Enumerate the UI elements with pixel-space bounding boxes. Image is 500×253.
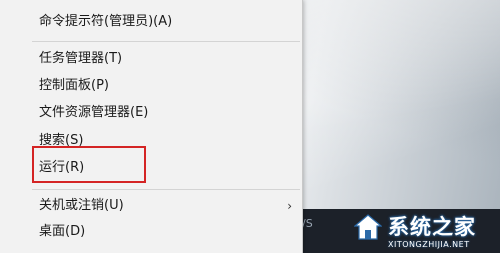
wallpaper [302, 0, 500, 210]
watermark-name: 系统之家 [388, 215, 476, 239]
menu-item-label: 任务管理器(T) [39, 51, 123, 66]
menu-item-label: 控制面板(P) [39, 78, 109, 93]
menu-item-label: 命令提示符(管理员)(A) [39, 14, 173, 29]
menu-item-cut-off[interactable]: 命令提示符 [0, 0, 302, 7]
menu-item-search[interactable]: 搜索(S) [0, 129, 302, 153]
house-logo-icon [354, 214, 382, 240]
watermark-url: XITONGZHIJIA.NET [388, 240, 470, 249]
watermark: 系统之家 XITONGZHIJIA.NET [350, 211, 500, 253]
menu-item-label: 搜索(S) [39, 133, 84, 148]
menu-item-run[interactable]: 运行(R) [0, 156, 302, 180]
menu-item-label: 运行(R) [39, 160, 85, 175]
menu-item-label: 文件资源管理器(E) [39, 105, 149, 120]
menu-item-label: 关机或注销(U) [39, 198, 124, 213]
menu-item-desktop[interactable]: 桌面(D) [0, 220, 302, 244]
menu-item-control-panel[interactable]: 控制面板(P) [0, 74, 302, 98]
menu-separator [32, 41, 300, 42]
chevron-right-icon: › [287, 199, 292, 213]
winx-context-menu: 命令提示符 命令提示符(管理员)(A) 任务管理器(T) 控制面板(P) 文件资… [0, 0, 303, 253]
menu-item-shutdown-signout[interactable]: 关机或注销(U) › [0, 194, 302, 218]
menu-separator [32, 189, 300, 190]
menu-item-command-prompt-admin[interactable]: 命令提示符(管理员)(A) [0, 10, 302, 34]
menu-item-label: 桌面(D) [39, 224, 86, 239]
menu-item-file-explorer[interactable]: 文件资源管理器(E) [0, 101, 302, 125]
taskbar-text: /S [302, 217, 313, 230]
menu-item-task-manager[interactable]: 任务管理器(T) [0, 47, 302, 71]
